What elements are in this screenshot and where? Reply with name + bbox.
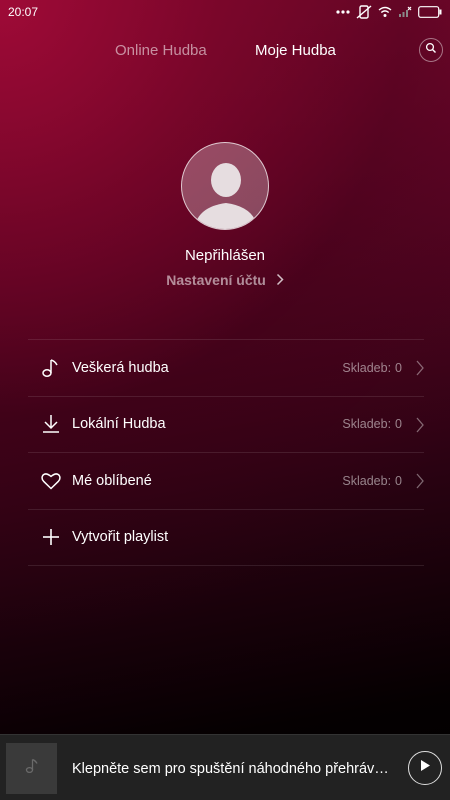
mini-player[interactable]: Klepněte sem pro spuštění náhodného přeh… <box>0 734 450 800</box>
more-dots-icon <box>336 9 350 15</box>
search-button[interactable] <box>419 38 443 62</box>
track-count-value: 0 <box>395 473 402 488</box>
list-item-local-music[interactable]: Lokální Hudba Skladeb: 0 <box>28 397 424 453</box>
header: Online Hudba Moje Hudba <box>0 34 450 68</box>
play-button[interactable] <box>408 751 442 785</box>
account-settings-link[interactable]: Nastavení účtu <box>0 272 450 289</box>
list-item-all-music[interactable]: Veškerá hudba Skladeb: 0 <box>28 340 424 397</box>
track-count-value: 0 <box>395 360 402 375</box>
track-count: Skladeb: 0 <box>342 417 402 431</box>
list-item-label: Mé oblíbené <box>72 472 152 489</box>
profile-name: Nepřihlášen <box>184 247 266 264</box>
music-note-icon <box>25 758 39 779</box>
chevron-right-icon <box>416 360 424 381</box>
status-time: 20:07 <box>8 5 39 19</box>
status-icons <box>336 5 442 19</box>
music-note-icon <box>38 357 64 379</box>
shuffle-play-prompt[interactable]: Klepněte sem pro spuštění náhodného přeh… <box>72 761 392 777</box>
track-count: Skladeb: 0 <box>342 474 402 488</box>
download-icon <box>38 413 64 435</box>
screen: 20:07 Online Hudba Moje Hudba Nepřihláše… <box>0 0 450 800</box>
list-item-label: Lokální Hudba <box>72 416 166 433</box>
list-item-favorites[interactable]: Mé oblíbené Skladeb: 0 <box>28 453 424 510</box>
status-bar: 20:07 <box>0 0 450 24</box>
signal-icon <box>398 6 412 18</box>
create-playlist-button[interactable]: Vytvořit playlist <box>28 510 424 566</box>
list-item-label: Veškerá hudba <box>72 359 169 376</box>
album-art <box>6 743 57 794</box>
tab-my-music[interactable]: Moje Hudba <box>255 42 336 59</box>
search-icon <box>425 41 437 59</box>
account-settings-label: Nastavení účtu <box>166 272 266 288</box>
battery-icon <box>418 6 442 18</box>
play-icon <box>419 759 431 777</box>
track-count-value: 0 <box>395 417 402 432</box>
vibrate-off-icon <box>356 5 372 19</box>
chevron-right-icon <box>416 417 424 438</box>
user-silhouette-icon <box>194 163 258 229</box>
tab-online-music[interactable]: Online Hudba <box>115 42 207 59</box>
avatar[interactable] <box>181 142 269 230</box>
create-playlist-label: Vytvořit playlist <box>72 529 169 546</box>
chevron-right-icon <box>276 273 284 289</box>
plus-icon <box>38 526 64 548</box>
track-count-label: Skladeb: <box>342 360 392 375</box>
track-count-label: Skladeb: <box>342 473 392 488</box>
library-list: Veškerá hudba Skladeb: 0 Lokální Hudba Sk… <box>28 339 424 566</box>
track-count: Skladeb: 0 <box>342 361 402 375</box>
wifi-icon <box>378 6 392 18</box>
heart-icon <box>38 470 64 492</box>
track-count-label: Skladeb: <box>342 417 392 432</box>
chevron-right-icon <box>416 473 424 494</box>
